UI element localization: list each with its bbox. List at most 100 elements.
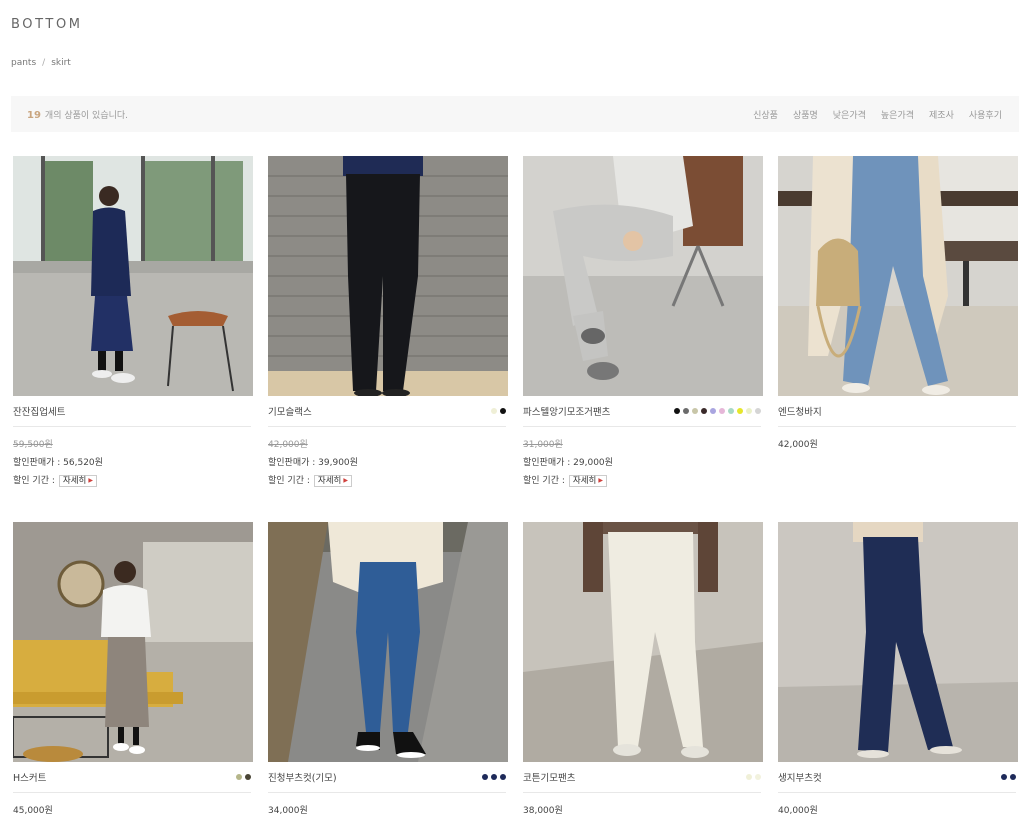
- product-card[interactable]: 생지부츠컷 40,000원: [778, 522, 1018, 820]
- sort-high-price[interactable]: 높은가격: [881, 108, 914, 121]
- price-block: 42,000원: [778, 427, 1018, 454]
- product-card[interactable]: 코튼기모팬츠 38,000원: [523, 522, 763, 820]
- product-name[interactable]: 코튼기모팬츠: [523, 770, 575, 784]
- color-swatches: [746, 774, 761, 780]
- product-image[interactable]: [268, 522, 508, 762]
- sale-price: 할인판매가 : 39,900원: [268, 458, 358, 468]
- subcategory-separator: /: [42, 58, 46, 68]
- price-block: 40,000원: [778, 793, 1018, 820]
- color-swatch: [491, 774, 497, 780]
- color-swatch: [683, 408, 689, 414]
- product-name-row: 파스텔앙기모조거팬츠: [523, 396, 761, 427]
- product-price: 45,000원: [13, 806, 53, 816]
- discount-period: 할인 기간 : 자세히 ▶: [523, 472, 763, 490]
- product-image[interactable]: [778, 156, 1018, 396]
- product-price: 40,000원: [778, 806, 818, 816]
- product-name-row: H스커트: [13, 762, 251, 793]
- sale-price: 할인판매가 : 56,520원: [13, 458, 103, 468]
- color-swatches: [482, 774, 506, 780]
- product-card[interactable]: 진청부츠컷(기모) 34,000원: [268, 522, 508, 820]
- product-image[interactable]: [13, 156, 253, 396]
- sort-newest[interactable]: 신상품: [753, 108, 778, 121]
- sort-low-price[interactable]: 낮은가격: [833, 108, 866, 121]
- color-swatches: [674, 408, 761, 414]
- product-count-number: 19: [27, 109, 41, 121]
- product-name[interactable]: 잔잔집업세트: [13, 404, 65, 418]
- product-card[interactable]: 엔드청바지 42,000원: [778, 156, 1018, 522]
- product-image[interactable]: [778, 522, 1018, 762]
- color-swatch: [236, 774, 242, 780]
- product-image[interactable]: [523, 522, 763, 762]
- subcategory-pants[interactable]: pants: [11, 58, 36, 68]
- color-swatch: [746, 408, 752, 414]
- product-grid: 잔잔집업세트 59,500원 할인판매가 : 56,520원 할인 기간 : 자…: [13, 156, 1018, 820]
- color-swatch: [719, 408, 725, 414]
- price-block: 45,000원: [13, 793, 253, 820]
- product-price: 38,000원: [523, 806, 563, 816]
- product-image[interactable]: [523, 156, 763, 396]
- list-toolbar: 19 개의 상품이 있습니다. 신상품 상품명 낮은가격 높은가격 제조사 사용후…: [11, 96, 1019, 132]
- product-card[interactable]: H스커트 45,000원: [13, 522, 253, 820]
- product-count-text: 개의 상품이 있습니다.: [44, 110, 129, 121]
- product-image[interactable]: [13, 522, 253, 762]
- color-swatch: [710, 408, 716, 414]
- category-title: BOTTOM: [11, 17, 83, 32]
- price-block: 31,000원 할인판매가 : 29,000원 할인 기간 : 자세히 ▶: [523, 427, 763, 490]
- color-swatch: [746, 774, 752, 780]
- product-name[interactable]: 생지부츠컷: [778, 770, 822, 784]
- sort-reviews[interactable]: 사용후기: [969, 108, 1002, 121]
- color-swatch: [728, 408, 734, 414]
- color-swatch: [245, 774, 251, 780]
- detail-button[interactable]: 자세히 ▶: [58, 475, 97, 487]
- product-name[interactable]: 기모슬랙스: [268, 404, 312, 418]
- color-swatch: [1001, 774, 1007, 780]
- subcategory-nav: pants / skirt: [11, 58, 71, 68]
- color-swatch: [482, 774, 488, 780]
- sort-name[interactable]: 상품명: [793, 108, 818, 121]
- color-swatch: [491, 408, 497, 414]
- color-swatch: [500, 408, 506, 414]
- product-name[interactable]: 파스텔앙기모조거팬츠: [523, 404, 610, 418]
- arrow-right-icon: ▶: [598, 477, 603, 484]
- product-name-row: 생지부츠컷: [778, 762, 1016, 793]
- color-swatch: [1010, 774, 1016, 780]
- product-name-row: 기모슬랙스: [268, 396, 506, 427]
- product-card[interactable]: 파스텔앙기모조거팬츠 31,000원 할인판매가 : 29,000원 할인 기간…: [523, 156, 763, 522]
- product-name-row: 진청부츠컷(기모): [268, 762, 506, 793]
- product-name[interactable]: 진청부츠컷(기모): [268, 770, 337, 784]
- sort-maker[interactable]: 제조사: [929, 108, 954, 121]
- product-price: 42,000원: [778, 440, 818, 450]
- product-name[interactable]: H스커트: [13, 770, 46, 784]
- sort-options: 신상품 상품명 낮은가격 높은가격 제조사 사용후기: [753, 108, 1002, 121]
- product-name-row: 엔드청바지: [778, 396, 1016, 427]
- product-count: 19 개의 상품이 있습니다.: [27, 108, 128, 121]
- color-swatch: [500, 774, 506, 780]
- product-card[interactable]: 기모슬랙스 42,000원 할인판매가 : 39,900원 할인 기간 : 자세…: [268, 156, 508, 522]
- original-price: 59,500원: [13, 440, 53, 450]
- color-swatch: [755, 408, 761, 414]
- detail-button[interactable]: 자세히 ▶: [313, 475, 352, 487]
- product-name-row: 코튼기모팬츠: [523, 762, 761, 793]
- discount-period-label: 할인 기간 :: [523, 476, 565, 486]
- color-swatch: [701, 408, 707, 414]
- color-swatch: [674, 408, 680, 414]
- subcategory-skirt[interactable]: skirt: [51, 58, 71, 68]
- detail-button[interactable]: 자세히 ▶: [568, 475, 607, 487]
- color-swatches: [491, 408, 506, 414]
- color-swatches: [1001, 774, 1016, 780]
- color-swatch: [755, 774, 761, 780]
- detail-button-label: 자세히: [62, 476, 87, 486]
- product-card[interactable]: 잔잔집업세트 59,500원 할인판매가 : 56,520원 할인 기간 : 자…: [13, 156, 253, 522]
- arrow-right-icon: ▶: [88, 477, 93, 484]
- product-name[interactable]: 엔드청바지: [778, 404, 822, 418]
- color-swatches: [236, 774, 251, 780]
- product-price: 34,000원: [268, 806, 308, 816]
- original-price: 42,000원: [268, 440, 308, 450]
- product-image[interactable]: [268, 156, 508, 396]
- product-list-page: BOTTOM pants / skirt 19 개의 상품이 있습니다. 신상품 …: [0, 0, 1036, 828]
- color-swatch: [692, 408, 698, 414]
- price-block: 59,500원 할인판매가 : 56,520원 할인 기간 : 자세히 ▶: [13, 427, 253, 490]
- price-block: 42,000원 할인판매가 : 39,900원 할인 기간 : 자세히 ▶: [268, 427, 508, 490]
- original-price: 31,000원: [523, 440, 563, 450]
- discount-period-label: 할인 기간 :: [13, 476, 55, 486]
